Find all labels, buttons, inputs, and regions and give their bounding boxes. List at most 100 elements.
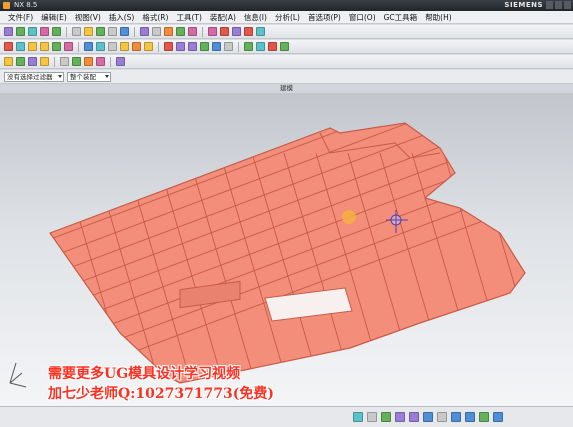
minimize-button[interactable] [546,1,553,9]
view-orient-icon[interactable] [232,27,241,36]
menu-item-10[interactable]: 窗口(O) [345,12,380,23]
fit-icon[interactable] [220,27,229,36]
refresh-icon[interactable] [479,412,489,422]
extrude-icon[interactable] [16,42,25,51]
perspective-icon[interactable] [493,412,503,422]
revolve-icon[interactable] [28,42,37,51]
pattern-icon[interactable] [144,42,153,51]
menu-item-11[interactable]: GC工具箱 [380,12,422,23]
view-trimetric-icon[interactable] [409,412,419,422]
snap-center-icon[interactable] [28,57,37,66]
menu-item-12[interactable]: 帮助(H) [421,12,456,23]
view-top-icon[interactable] [367,412,377,422]
menu-item-0[interactable]: 文件(F) [4,12,37,23]
sketch-icon[interactable] [4,42,13,51]
feature-toolbar [0,40,573,54]
scope-select[interactable]: 整个装配 [67,71,111,82]
view-toolbar [0,406,573,427]
trim-icon[interactable] [120,42,129,51]
menu-item-1[interactable]: 编辑(E) [37,12,71,23]
shell-icon[interactable] [108,42,117,51]
save-icon[interactable] [28,27,37,36]
boss-icon[interactable] [52,42,61,51]
cooling-icon[interactable] [256,42,265,51]
maximize-button[interactable] [555,1,562,9]
snap-point-icon[interactable] [72,57,81,66]
zoom-window-icon[interactable] [437,412,447,422]
snap-face-icon[interactable] [84,57,93,66]
pan-view-icon[interactable] [465,412,475,422]
chamfer-icon[interactable] [96,42,105,51]
pocket-icon[interactable] [64,42,73,51]
pan-icon[interactable] [208,27,217,36]
zoom-icon[interactable] [176,27,185,36]
render-icon[interactable] [244,27,253,36]
snap-edge-icon[interactable] [96,57,105,66]
menu-item-7[interactable]: 信息(I) [240,12,271,23]
menu-item-2[interactable]: 视图(V) [71,12,105,23]
draft-icon[interactable] [176,42,185,51]
view-right-icon[interactable] [381,412,391,422]
new-file-icon[interactable] [4,27,13,36]
electrode-icon[interactable] [268,42,277,51]
toolbar-separator [78,41,79,52]
toolbar-separator [110,56,111,67]
open-icon[interactable] [16,27,25,36]
copy-icon[interactable] [52,27,61,36]
wireframe-icon[interactable] [164,27,173,36]
menu-item-3[interactable]: 插入(S) [105,12,139,23]
menu-item-5[interactable]: 工具(T) [172,12,205,23]
window-title: NX 8.5 [14,1,38,9]
mold-wizard-icon[interactable] [188,42,197,51]
type-filter-select[interactable]: 没有选择过滤器 [4,71,64,82]
title-bar: NX 8.5 SIEMENS [0,0,573,11]
core-cavity-icon[interactable] [212,42,221,51]
snap-toolbar [0,55,573,69]
watermark-text: 需要更多UG模具设计学习视频 加七少老师Q:1027371773(免费) [48,364,348,404]
nx-app-icon [3,2,10,9]
view-iso-icon[interactable] [395,412,405,422]
shade-icon[interactable] [152,27,161,36]
ejector-icon[interactable] [244,42,253,51]
rotate-icon[interactable] [188,27,197,36]
snap-intersection-icon[interactable] [60,57,69,66]
fit-view-icon[interactable] [423,412,433,422]
watermark-line-2: 加七少老师Q:1027371773(免费) [48,386,275,402]
snap-midpoint-icon[interactable] [16,57,25,66]
selection-highlight-marker [342,210,356,224]
snap-quadrant-icon[interactable] [40,57,49,66]
blend-icon[interactable] [84,42,93,51]
part-view[interactable] [0,93,573,406]
parting-icon[interactable] [200,42,209,51]
layer-icon[interactable] [140,27,149,36]
graphics-viewport[interactable] [0,93,573,406]
menu-item-4[interactable]: 格式(R) [138,12,172,23]
hole-icon[interactable] [40,42,49,51]
offset-icon[interactable] [164,42,173,51]
snap-endpoint-icon[interactable] [4,57,13,66]
selection-bar: 没有选择过滤器 整个装配 [0,70,573,84]
measure-icon[interactable] [280,42,289,51]
paste-icon[interactable] [72,27,81,36]
section-icon[interactable] [256,27,265,36]
wcs-triad-icon [9,362,27,388]
undo-icon[interactable] [84,27,93,36]
type-filter-value: 没有选择过滤器 [7,72,53,81]
view-front-icon[interactable] [353,412,363,422]
menu-bar: 文件(F) 编辑(E) 视图(V) 插入(S) 格式(R) 工具(T) 装配(A) 信息(I)… [0,11,573,24]
snap-vertex-icon[interactable] [116,57,125,66]
menu-item-8[interactable]: 分析(L) [271,12,304,23]
redo-icon[interactable] [96,27,105,36]
toolbar-separator [158,41,159,52]
menu-item-6[interactable]: 装配(A) [206,12,240,23]
menu-item-9[interactable]: 首选项(P) [304,12,345,23]
slide-icon[interactable] [224,42,233,51]
command-finder-icon[interactable] [120,27,129,36]
rotate-view-icon[interactable] [451,412,461,422]
standard-toolbar [0,25,573,39]
start-icon[interactable] [108,27,117,36]
close-button[interactable] [564,1,571,9]
toolbar-separator [134,26,135,37]
cut-icon[interactable] [40,27,49,36]
mirror-icon[interactable] [132,42,141,51]
